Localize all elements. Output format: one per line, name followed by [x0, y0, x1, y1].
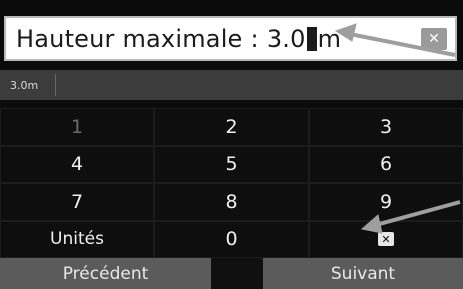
key-4[interactable]: 4: [0, 145, 154, 183]
key-8[interactable]: 8: [154, 183, 309, 221]
input-separator: :: [250, 24, 259, 53]
input-unit: m: [317, 24, 342, 53]
key-2[interactable]: 2: [154, 108, 309, 146]
key-3[interactable]: 3: [309, 108, 463, 146]
delete-button[interactable]: ✕: [309, 220, 463, 258]
key-6[interactable]: 6: [309, 145, 463, 183]
next-button[interactable]: Suivant: [263, 258, 463, 289]
preview-value: 3.0m: [6, 74, 56, 96]
close-icon: ✕: [428, 31, 440, 47]
key-7[interactable]: 7: [0, 183, 154, 221]
previous-button[interactable]: Précédent: [0, 258, 211, 289]
clear-input-button[interactable]: ✕: [421, 28, 447, 50]
preview-strip: 3.0m: [0, 70, 463, 100]
key-9[interactable]: 9: [309, 183, 463, 221]
key-0[interactable]: 0: [154, 220, 309, 258]
text-cursor: [306, 26, 317, 51]
input-value: 3.0: [266, 24, 306, 53]
input-text: Hauteur maximale : 3.0 m: [16, 25, 341, 53]
spacer-button: [211, 258, 263, 289]
key-1[interactable]: 1: [0, 108, 154, 146]
key-5[interactable]: 5: [154, 145, 309, 183]
screen-frame: Hauteur maximale : 3.0 m ✕ 3.0m 1 2 3 4 …: [0, 0, 463, 289]
height-input-field[interactable]: Hauteur maximale : 3.0 m ✕: [4, 16, 457, 61]
delete-icon: ✕: [378, 232, 394, 247]
navigation-row: Précédent Suivant: [0, 258, 463, 289]
units-button[interactable]: Unités: [0, 220, 154, 258]
input-label: Hauteur maximale: [16, 24, 243, 53]
numeric-keypad: 1 2 3 4 5 6 7 8 9 Unités 0 ✕: [0, 108, 463, 258]
